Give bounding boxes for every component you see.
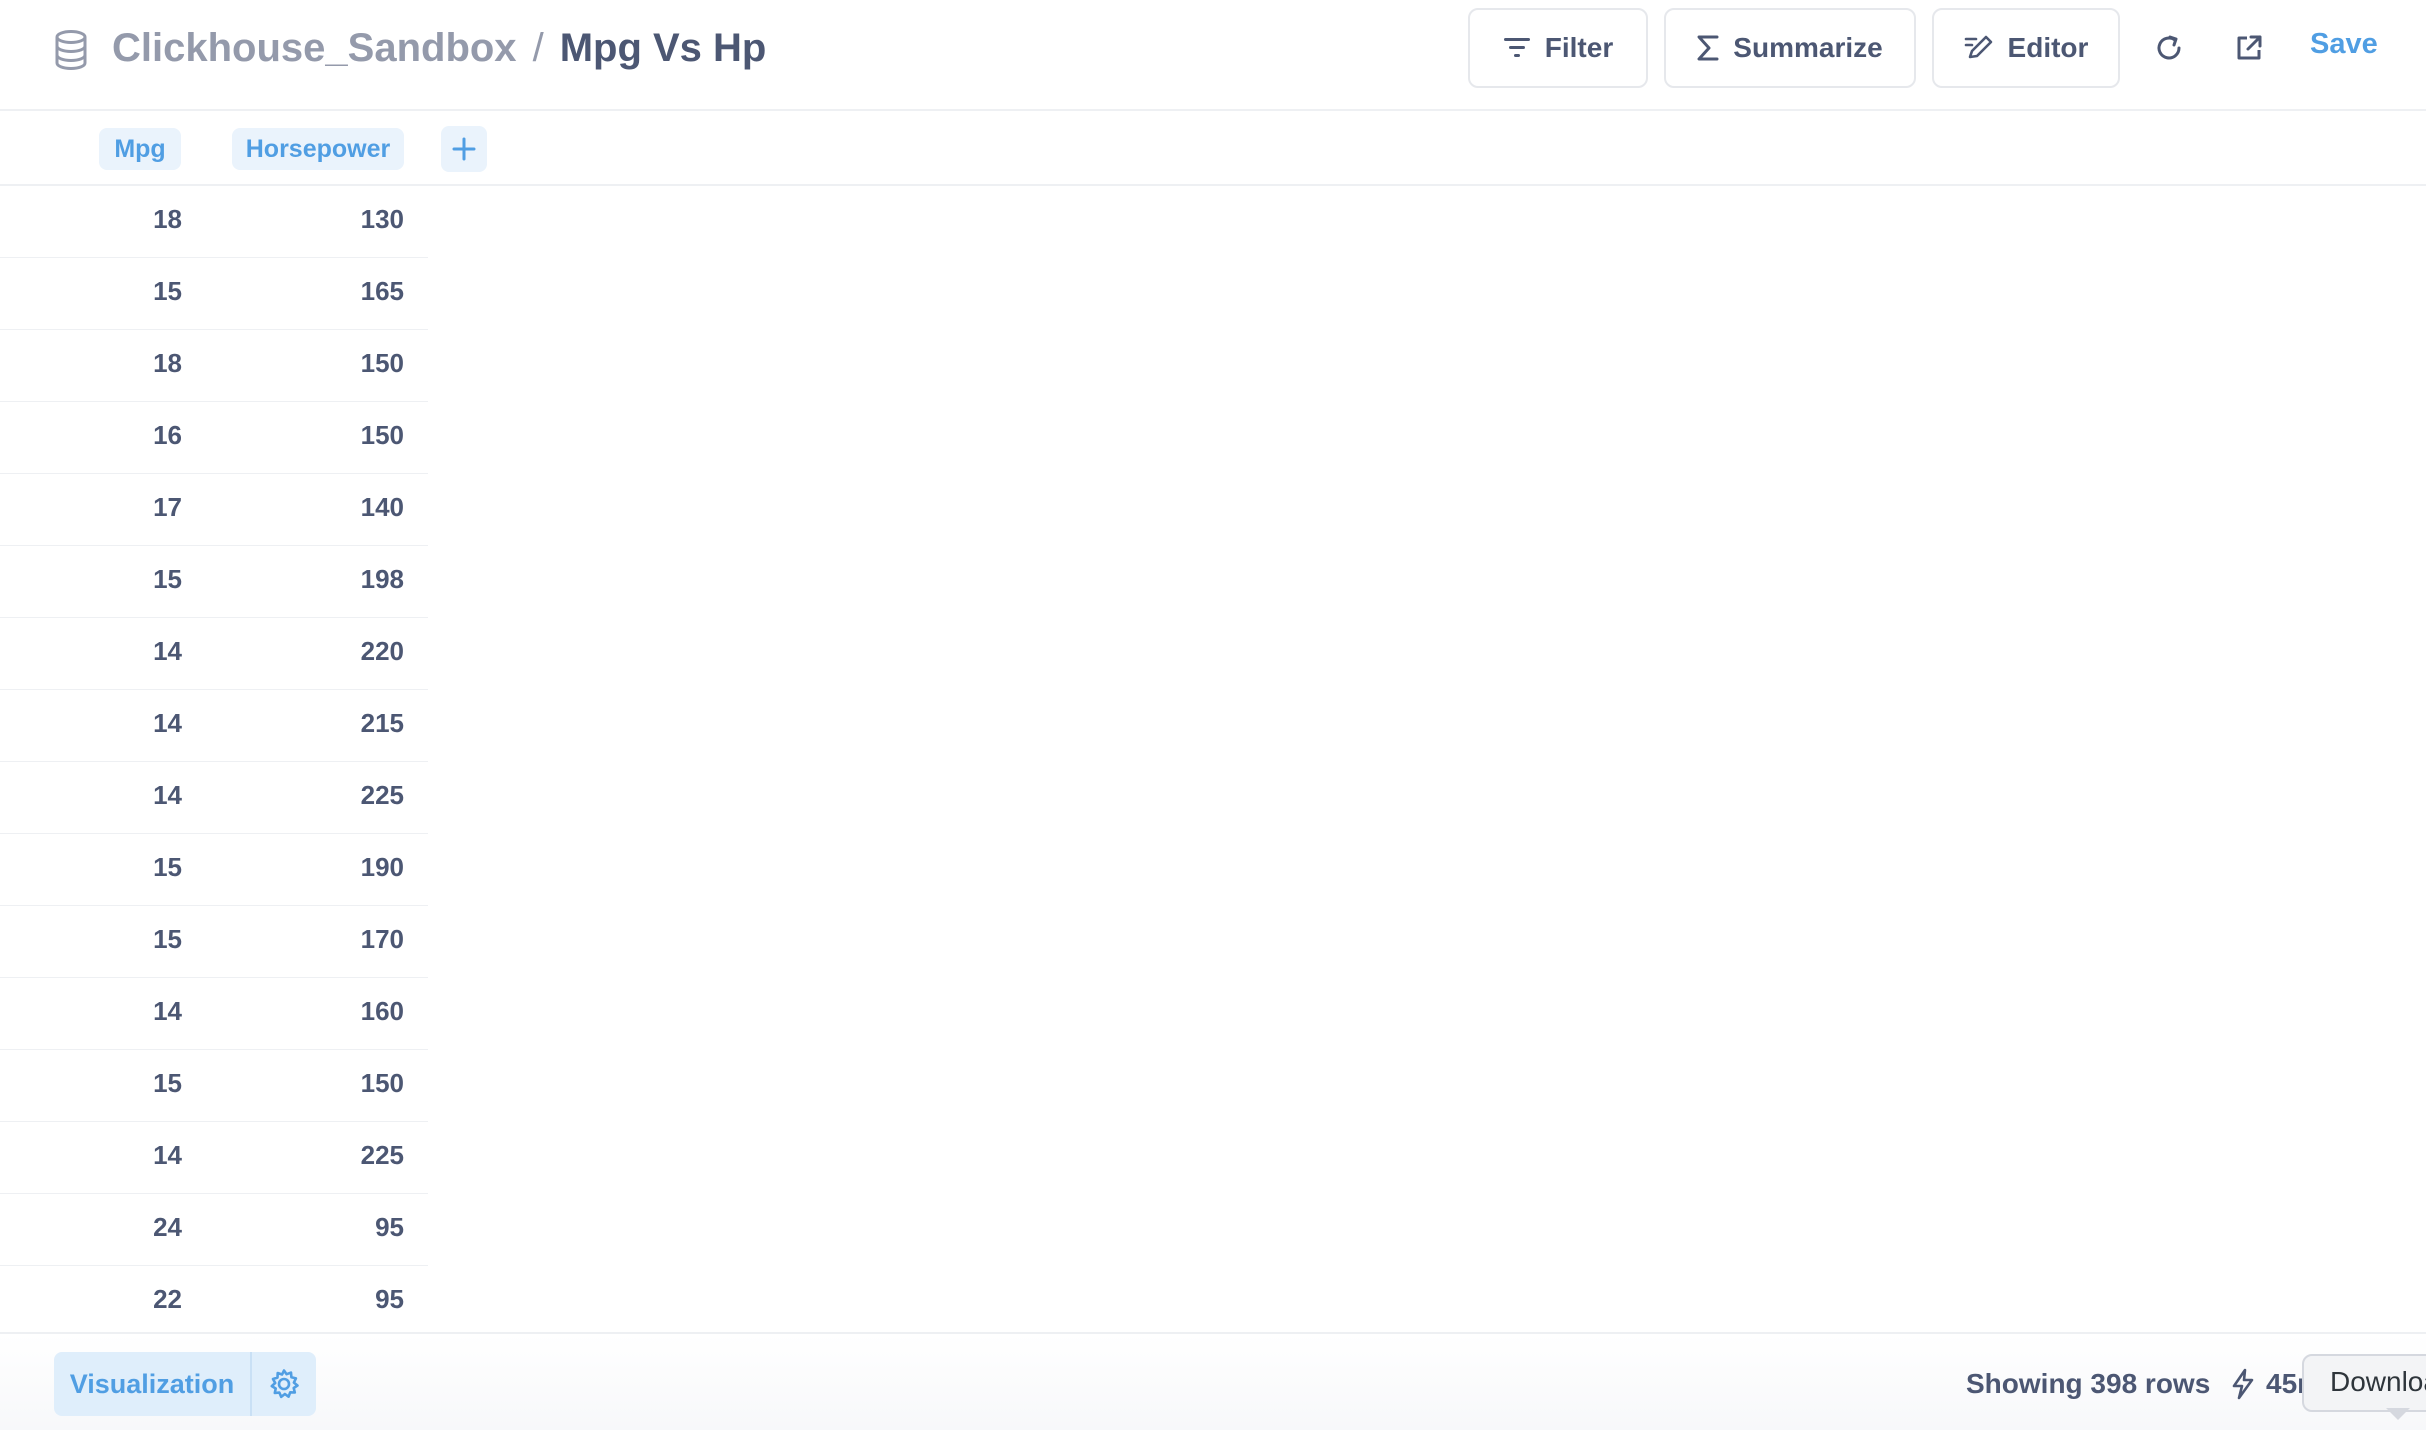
table-row: 14 160 [0, 978, 428, 1050]
cell-mpg[interactable]: 14 [62, 978, 182, 1050]
cell-mpg[interactable]: 24 [62, 1194, 182, 1266]
visualization-settings-button[interactable] [252, 1352, 316, 1416]
row-count: Showing 398 rows [1966, 1368, 2211, 1399]
plus-icon [452, 137, 476, 161]
external-link-icon [2237, 35, 2262, 60]
cell-mpg[interactable]: 15 [62, 906, 182, 978]
visualization-controls: Visualization [54, 1352, 316, 1416]
cell-mpg[interactable]: 18 [62, 186, 182, 258]
cell-horsepower[interactable]: 198 [244, 546, 404, 618]
question-title[interactable]: Mpg Vs Hp [560, 26, 767, 71]
filter-button-label: Filter [1544, 32, 1614, 63]
open-in-new-button[interactable] [2227, 26, 2271, 70]
table-row: 14 215 [0, 690, 428, 762]
cell-horsepower[interactable]: 130 [244, 186, 404, 258]
summarize-button[interactable]: Summarize [1664, 8, 1916, 88]
breadcrumb-database[interactable]: Clickhouse_Sandbox [112, 26, 517, 71]
pencil-icon [1964, 35, 1992, 59]
cell-mpg[interactable]: 22 [62, 1266, 182, 1332]
cell-horsepower[interactable]: 215 [244, 690, 404, 762]
table-row: 14 225 [0, 1122, 428, 1194]
cell-horsepower[interactable]: 190 [244, 834, 404, 906]
cell-mpg[interactable]: 15 [62, 834, 182, 906]
cell-mpg[interactable]: 15 [62, 546, 182, 618]
cell-horsepower[interactable]: 150 [244, 330, 404, 402]
cell-horsepower[interactable]: 140 [244, 474, 404, 546]
cell-mpg[interactable]: 16 [62, 402, 182, 474]
sigma-icon [1697, 35, 1719, 61]
table-row: 17 140 [0, 474, 428, 546]
table-row: 15 170 [0, 906, 428, 978]
download-tooltip: Download [2302, 1354, 2426, 1412]
table-row: 24 95 [0, 1194, 428, 1266]
visualization-button[interactable]: Visualization [54, 1352, 252, 1416]
table-row: 15 190 [0, 834, 428, 906]
gear-icon [270, 1369, 299, 1399]
cell-mpg[interactable]: 14 [62, 690, 182, 762]
cell-horsepower[interactable]: 225 [244, 1122, 404, 1194]
cell-horsepower[interactable]: 95 [244, 1266, 404, 1332]
cell-mpg[interactable]: 14 [62, 762, 182, 834]
column-header-mpg[interactable]: Mpg [99, 128, 181, 170]
cell-mpg[interactable]: 15 [62, 1050, 182, 1122]
view-footer: Visualization Showing 398 rows 45ms Down… [0, 1332, 2426, 1430]
table-row: 14 225 [0, 762, 428, 834]
filter-button[interactable]: Filter [1468, 8, 1648, 88]
cell-horsepower[interactable]: 150 [244, 1050, 404, 1122]
filter-icon [1503, 38, 1530, 57]
table-row: 15 198 [0, 546, 428, 618]
save-button[interactable]: Save [2310, 28, 2378, 61]
query-header: Clickhouse_Sandbox / Mpg Vs Hp Filter Su… [0, 0, 2426, 111]
table-row: 15 165 [0, 258, 428, 330]
editor-button-label: Editor [2007, 32, 2089, 63]
tooltip-arrow [2386, 1408, 2410, 1420]
table-row: 16 150 [0, 402, 428, 474]
cell-horsepower[interactable]: 225 [244, 762, 404, 834]
breadcrumb: Clickhouse_Sandbox / Mpg Vs Hp [112, 22, 766, 74]
table-header: Mpg Horsepower [0, 111, 2426, 186]
table-row: 15 150 [0, 1050, 428, 1122]
cell-mpg[interactable]: 17 [62, 474, 182, 546]
cell-horsepower[interactable]: 220 [244, 618, 404, 690]
table-body: 18 130 15 165 18 150 16 150 17 140 15 198 14 22… [0, 186, 428, 1332]
refresh-icon [2157, 35, 2181, 60]
cell-horsepower[interactable]: 170 [244, 906, 404, 978]
database-icon [55, 30, 87, 70]
cell-horsepower[interactable]: 165 [244, 258, 404, 330]
table-row: 18 150 [0, 330, 428, 402]
column-header-horsepower[interactable]: Horsepower [232, 128, 404, 170]
cell-mpg[interactable]: 18 [62, 330, 182, 402]
editor-button[interactable]: Editor [1932, 8, 2120, 88]
add-column-button[interactable] [441, 126, 487, 172]
query-timing: 45ms [2266, 1368, 2306, 1399]
cell-mpg[interactable]: 14 [62, 618, 182, 690]
cell-mpg[interactable]: 14 [62, 1122, 182, 1194]
table-row: 22 95 [0, 1266, 428, 1332]
summarize-button-label: Summarize [1733, 32, 1883, 63]
breadcrumb-separator: / [532, 25, 544, 70]
table-row: 14 220 [0, 618, 428, 690]
cell-horsepower[interactable]: 95 [244, 1194, 404, 1266]
cell-mpg[interactable]: 15 [62, 258, 182, 330]
bolt-icon [2232, 1368, 2254, 1400]
cell-horsepower[interactable]: 160 [244, 978, 404, 1050]
cell-horsepower[interactable]: 150 [244, 402, 404, 474]
table-row: 18 130 [0, 186, 428, 258]
refresh-button[interactable] [2147, 26, 2191, 70]
